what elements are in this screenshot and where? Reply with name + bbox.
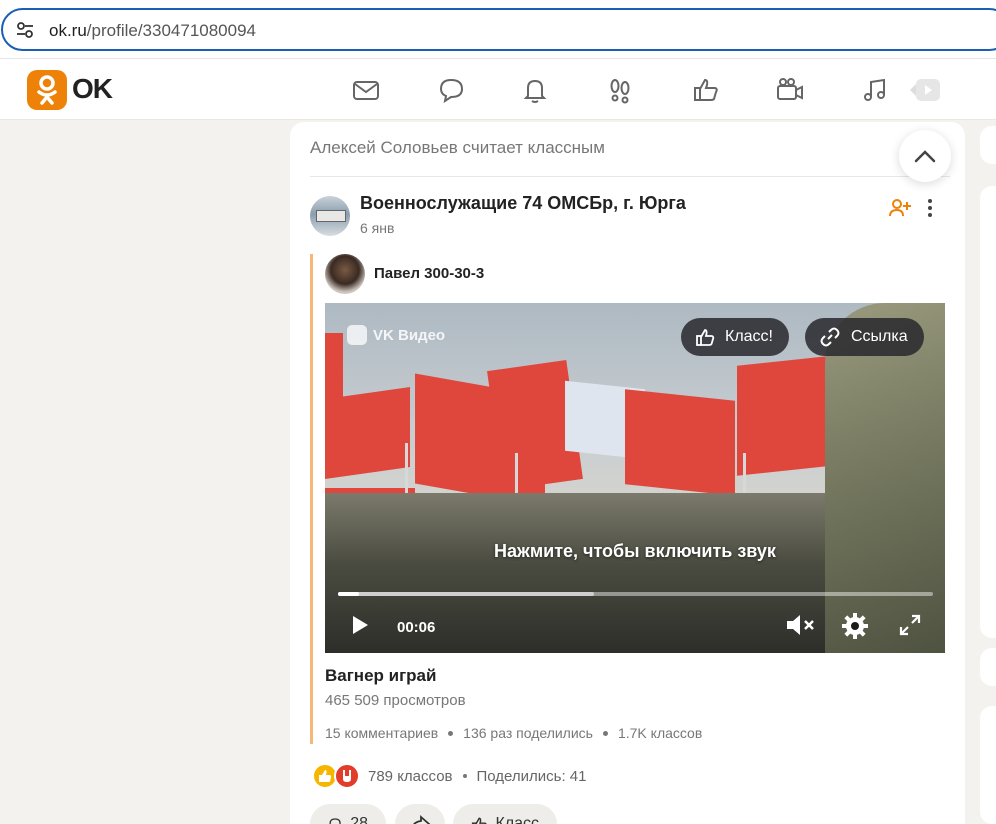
video-title[interactable]: Вагнер играй [325,666,436,686]
url-host: ok.ru [49,21,87,40]
activity-line[interactable]: Алексей Соловьев считает классным [310,138,605,158]
url-path: /profile/330471080094 [86,21,256,40]
separator-dot [602,730,608,736]
group-name[interactable]: Военнослужащие 74 ОМСБр, г. Юрга [360,193,686,214]
video-frame-flag [737,356,827,476]
video-link-button[interactable]: Ссылка [805,318,924,356]
chat-icon[interactable] [433,72,469,108]
author-avatar[interactable] [325,254,365,294]
comments-count: 28 [350,815,368,824]
video-progress-fill [338,592,360,596]
rock-reaction-icon [334,763,360,789]
chevron-up-icon [914,150,936,163]
video-progress-bar[interactable] [338,592,933,596]
feed-post-card: Алексей Соловьев считает классным Военно… [290,122,965,824]
site-settings-icon[interactable] [15,20,35,40]
footprints-icon[interactable] [602,72,638,108]
thumbs-up-icon [471,817,487,824]
more-options-icon[interactable] [924,196,936,220]
separator-dot [462,774,467,778]
site-header: OK [0,58,996,120]
comment-button[interactable]: 28 [310,804,386,824]
ok-logo-icon[interactable] [27,70,67,110]
reactions-summary[interactable]: 789 классов Поделились: 41 [312,763,587,789]
thumbs-up-icon [696,329,715,346]
reactions-count[interactable]: 789 классов [368,768,453,785]
browser-toolbar: ok.ru/profile/330471080094 [0,0,996,58]
separator-dot [448,730,454,736]
vk-video-brand-text: VK Видео [373,326,446,344]
unmute-hint[interactable]: Нажмите, чтобы включить звук [325,541,945,562]
like-label: Класс [495,815,539,824]
stats-likes[interactable]: 1.7K классов [618,725,702,741]
video-views: 465 509 просмотров [325,692,466,709]
video-camera-icon[interactable] [772,72,808,108]
video-frame-flag [625,389,735,496]
bell-icon[interactable] [517,72,553,108]
ok-logo-text[interactable]: OK [72,73,113,105]
repost-indicator [310,254,313,744]
group-avatar[interactable] [310,196,350,236]
link-icon [820,327,840,347]
side-card-edge [980,706,996,824]
divider [310,176,950,177]
video-buffered-bar [338,592,594,596]
music-icon[interactable] [857,72,893,108]
muted-speaker-icon[interactable] [785,613,817,637]
play-icon[interactable] [351,615,369,635]
side-card-edge [980,186,996,638]
comment-icon [329,818,341,824]
address-bar[interactable]: ok.ru/profile/330471080094 [1,8,996,51]
stats-shares[interactable]: 136 раз поделились [463,725,593,741]
settings-gear-icon[interactable] [841,612,869,640]
like-button[interactable]: Класс [453,804,557,824]
video-like-label: Класс! [725,328,773,345]
shared-count[interactable]: Поделились: 41 [477,768,587,785]
video-link-label: Ссылка [851,328,908,345]
share-icon [413,815,431,824]
video-like-button[interactable]: Класс! [681,318,789,356]
post-date[interactable]: 6 янв [360,220,394,236]
video-play-icon[interactable] [908,72,942,108]
share-button[interactable] [395,804,445,824]
thumbs-up-icon[interactable] [688,72,724,108]
video-player[interactable]: VK Видео Класс! Ссылка Нажмите, чтобы вк… [325,303,945,653]
vk-video-brand: VK Видео [347,325,445,345]
video-stats: 15 комментариев 136 раз поделились 1.7K … [325,725,702,741]
mail-icon[interactable] [348,72,384,108]
video-frame-flag [325,333,343,403]
side-card-edge [980,126,996,164]
scroll-to-top-button[interactable] [899,130,951,182]
fullscreen-icon[interactable] [899,614,921,636]
author-name[interactable]: Павел 300-30-3 [374,265,484,282]
url-text[interactable]: ok.ru/profile/330471080094 [49,21,256,41]
stats-comments[interactable]: 15 комментариев [325,725,438,741]
side-card-edge [980,648,996,686]
join-group-icon[interactable] [888,196,912,220]
vk-video-logo-icon [347,325,367,345]
video-time: 00:06 [397,619,436,636]
